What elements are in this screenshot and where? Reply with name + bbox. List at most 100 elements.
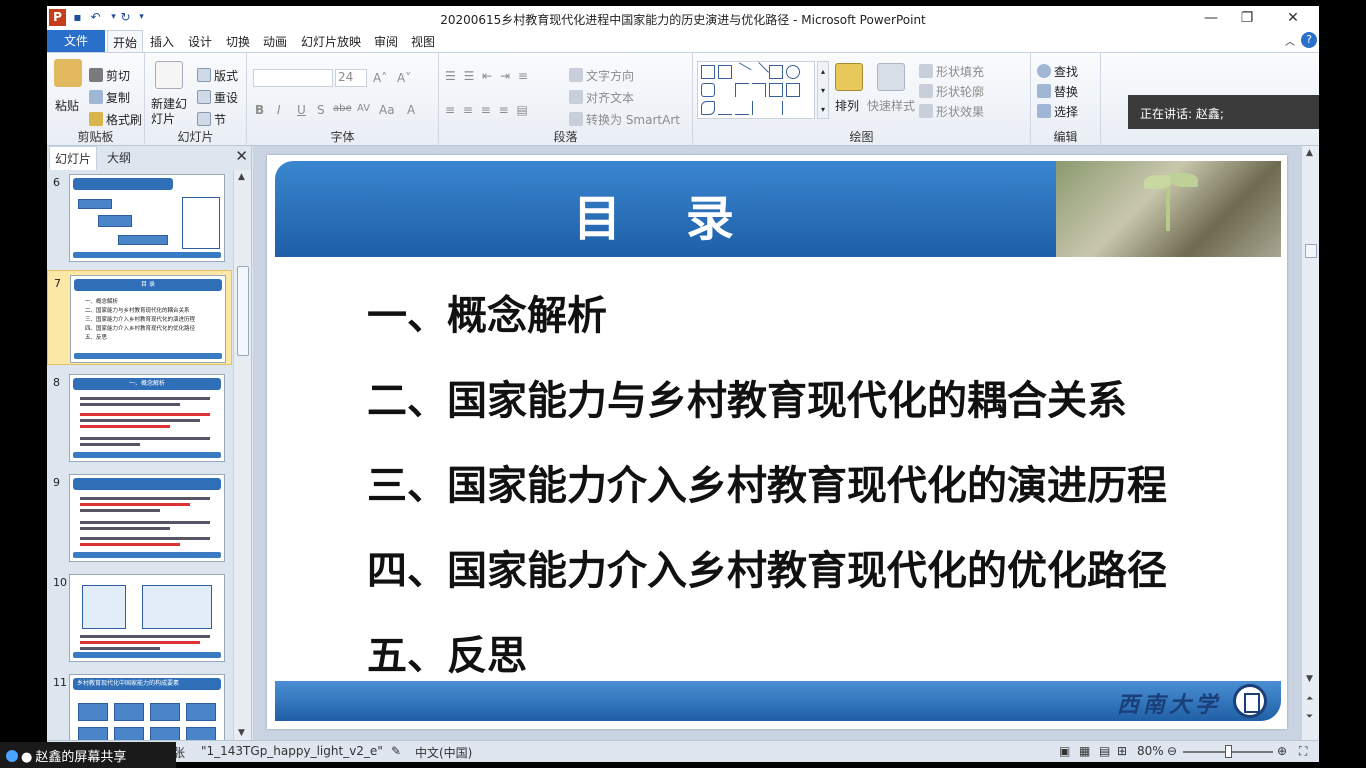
tab-design[interactable]: 设计 xyxy=(188,33,212,50)
thumbnail-slide-10[interactable]: 10 xyxy=(47,570,232,665)
minimize-button[interactable]: — xyxy=(1197,8,1225,28)
font-size-field[interactable]: 24 xyxy=(335,69,367,87)
copy-button[interactable]: 复制 xyxy=(89,89,130,106)
shape-outline-button[interactable]: 形状轮廓 xyxy=(919,83,984,100)
shapes-gallery-scroll[interactable]: ▴ ▾ ▾ xyxy=(817,61,829,119)
zoom-level[interactable]: 80% xyxy=(1137,744,1164,758)
slide-title[interactable]: 目 录 xyxy=(275,179,1056,249)
replace-button[interactable]: 替换 xyxy=(1037,83,1078,100)
section-button[interactable]: 节 xyxy=(197,111,226,128)
scroll-down-icon[interactable]: ▼ xyxy=(238,728,245,738)
thumbnail-slide-11[interactable]: 11 乡村教育现代化中国家能力的构成要素 xyxy=(47,670,232,740)
strikethrough-button[interactable]: abe xyxy=(333,103,352,114)
italic-button[interactable]: I xyxy=(277,103,281,117)
bullets-icon[interactable]: ☰ ☰ ⇤ ⇥ ≡ xyxy=(445,69,530,83)
language-indicator[interactable]: 中文(中国) xyxy=(415,744,472,761)
grow-font-icon[interactable]: A˄ xyxy=(373,71,387,85)
shape-fill-button[interactable]: 形状填充 xyxy=(919,63,984,80)
toc-item-1[interactable]: 一、概念解析 xyxy=(367,283,607,341)
elbow-shape-icon[interactable] xyxy=(735,83,749,97)
rounded-rect-shape-icon[interactable] xyxy=(701,83,715,97)
quick-styles-icon[interactable] xyxy=(877,63,905,91)
brace-right-shape-icon[interactable] xyxy=(769,101,783,115)
bold-button[interactable]: B xyxy=(255,103,264,117)
toc-item-2[interactable]: 二、国家能力与乡村教育现代化的耦合关系 xyxy=(367,368,1127,426)
zoom-slider-thumb[interactable] xyxy=(1225,745,1232,758)
right-arrow-shape-icon[interactable] xyxy=(769,83,783,97)
arc-shape-icon[interactable] xyxy=(735,101,749,115)
tab-animations[interactable]: 动画 xyxy=(263,33,287,50)
current-slide[interactable]: 目 录 一、概念解析 二、国家能力与乡村教育现代化的耦合关系 三、国家能力介入乡… xyxy=(267,155,1287,729)
down-arrow-shape-icon[interactable] xyxy=(786,83,800,97)
font-name-field[interactable] xyxy=(253,69,333,87)
editor-scrollbar[interactable]: ▲ ▼ ⏶ ⏷ xyxy=(1301,146,1319,740)
triangle-shape-icon[interactable] xyxy=(718,83,732,97)
align-icons[interactable]: ≡ ≡ ≡ ≡ ▤ xyxy=(445,103,530,117)
scroll-up-icon[interactable]: ▲ xyxy=(238,172,245,182)
toc-item-5[interactable]: 五、反思 xyxy=(367,623,527,681)
find-button[interactable]: 查找 xyxy=(1037,63,1078,80)
font-color-button[interactable]: A xyxy=(407,103,415,117)
tab-slideshow[interactable]: 幻灯片放映 xyxy=(301,33,361,50)
toc-item-4[interactable]: 四、国家能力介入乡村教育现代化的优化路径 xyxy=(367,538,1167,596)
toc-item-3[interactable]: 三、国家能力介入乡村教育现代化的演进历程 xyxy=(367,453,1167,511)
new-slide-button[interactable]: 新建幻灯片 xyxy=(151,97,191,127)
slideshow-icon[interactable]: ⊞ xyxy=(1117,744,1127,758)
text-direction-button[interactable]: 文字方向 xyxy=(569,67,634,84)
select-button[interactable]: 选择 xyxy=(1037,103,1078,120)
paste-icon[interactable] xyxy=(54,59,82,87)
layout-button[interactable]: 版式 xyxy=(197,67,238,84)
thumbnail-slide-8[interactable]: 8 一、概念解析 xyxy=(47,370,232,465)
quick-styles-button[interactable]: 快速样式 xyxy=(867,97,915,114)
reading-view-icon[interactable]: ▤ xyxy=(1099,744,1110,758)
new-slide-icon[interactable] xyxy=(155,61,183,89)
zoom-out-icon[interactable]: ⊖ xyxy=(1167,744,1177,758)
rectangle-shape-icon[interactable] xyxy=(769,65,783,79)
tab-slides[interactable]: 幻灯片 xyxy=(49,146,98,170)
scroll-up-icon[interactable]: ▲ xyxy=(1306,148,1313,158)
arrow-shape-icon[interactable] xyxy=(749,62,769,82)
reset-button[interactable]: 重设 xyxy=(197,89,238,106)
zoom-in-icon[interactable]: ⊕ xyxy=(1277,744,1287,758)
curve-shape-icon[interactable] xyxy=(718,101,732,115)
tab-file[interactable]: 文件 xyxy=(47,30,105,52)
shapes-gallery[interactable] xyxy=(697,61,815,119)
format-painter-button[interactable]: 格式刷 xyxy=(89,111,142,128)
shape-effects-button[interactable]: 形状效果 xyxy=(919,103,984,120)
thumbnail-scrollbar[interactable]: ▲ ▼ xyxy=(233,170,251,740)
fit-to-window-icon[interactable]: ⛶ xyxy=(1299,744,1307,759)
close-panel-icon[interactable]: ✕ xyxy=(235,147,248,165)
arrange-button[interactable]: 排列 xyxy=(835,97,859,114)
collapse-ribbon-icon[interactable]: ︿ xyxy=(1285,33,1295,48)
arrange-icon[interactable] xyxy=(835,63,863,91)
freeform-shape-icon[interactable] xyxy=(701,101,715,115)
shadow-button[interactable]: S xyxy=(317,103,325,117)
tab-view[interactable]: 视图 xyxy=(411,33,435,50)
thumbnail-slide-7[interactable]: 7 目 录 一、概念解析 二、国家能力与乡村教育现代化的耦合关系 三、国家能力介… xyxy=(47,270,232,365)
spellcheck-icon[interactable]: ✎ xyxy=(391,744,401,758)
star-shape-icon[interactable] xyxy=(786,101,800,115)
help-icon[interactable]: ? xyxy=(1301,32,1317,48)
cut-button[interactable]: 剪切 xyxy=(89,67,130,84)
change-case-button[interactable]: Aa xyxy=(379,103,395,117)
oval-shape-icon[interactable] xyxy=(786,65,800,79)
align-text-button[interactable]: 对齐文本 xyxy=(569,89,634,106)
scroll-down-icon[interactable]: ▼ xyxy=(1306,674,1313,684)
scrollbar-thumb[interactable] xyxy=(237,266,249,356)
brace-shape-icon[interactable] xyxy=(752,101,766,115)
shrink-font-icon[interactable]: A˅ xyxy=(397,71,411,85)
tab-review[interactable]: 审阅 xyxy=(374,33,398,50)
slide-sorter-icon[interactable]: ▦ xyxy=(1079,744,1090,758)
close-button[interactable]: ✕ xyxy=(1279,8,1307,28)
underline-button[interactable]: U xyxy=(297,103,306,117)
next-slide-icon[interactable]: ⏷ xyxy=(1306,712,1313,722)
thumbnail-slide-9[interactable]: 9 xyxy=(47,470,232,565)
textbox-shape-icon[interactable] xyxy=(701,65,715,79)
prev-slide-icon[interactable]: ⏶ xyxy=(1306,694,1313,704)
char-spacing-button[interactable]: AV xyxy=(357,103,370,114)
normal-view-icon[interactable]: ▣ xyxy=(1059,744,1070,758)
connector-shape-icon[interactable] xyxy=(752,83,766,97)
scrollbar-thumb[interactable] xyxy=(1305,244,1317,258)
smartart-button[interactable]: 转换为 SmartArt xyxy=(569,111,680,128)
thumbnail-slide-6[interactable]: 6 xyxy=(47,170,232,265)
